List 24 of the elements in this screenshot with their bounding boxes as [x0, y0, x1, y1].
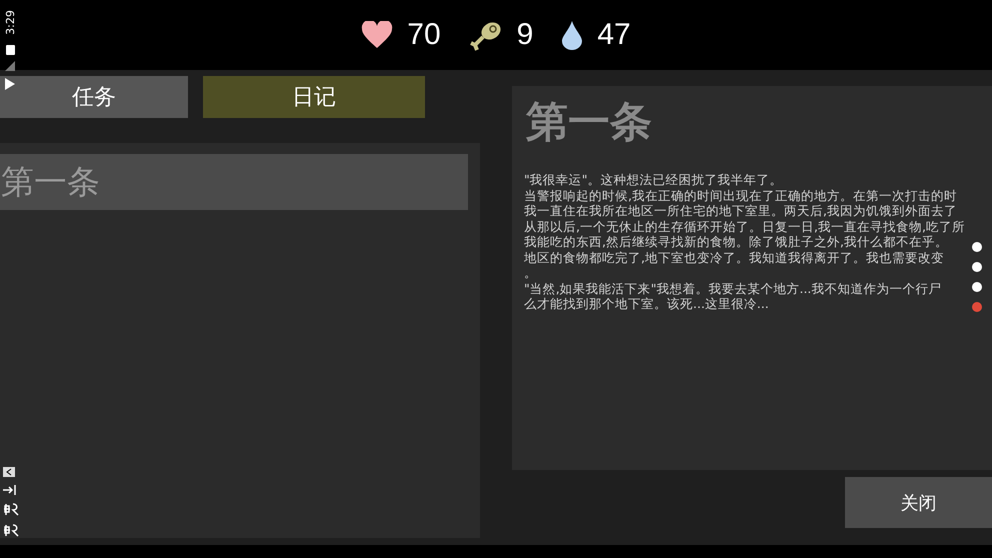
stat-value: 47 [597, 18, 631, 52]
diary-text-line: 当警报响起的时候,我在正确的时间出现在了正确的地方。在第一次打击的时 [524, 188, 958, 203]
stat-value: 9 [516, 18, 534, 52]
status-time: 3:29 [4, 10, 16, 35]
close-button[interactable]: 关闭 [845, 477, 992, 528]
keyboard-glyph-icon [3, 524, 19, 537]
diary-text-line: 。 [524, 265, 538, 280]
diary-text-line: 我一直住在我所在地区一所住宅的地下室里。两天后,我因为饥饿到外面去了 [524, 203, 958, 218]
water-drop-icon [561, 20, 584, 50]
stat-value: 70 [407, 18, 441, 52]
tab[interactable]: 任务 [0, 76, 188, 118]
diary-text-line: 我能吃的东西,然后继续寻找新的食物。除了饿肚子之外,我什么都不在乎。 [524, 234, 949, 250]
diary-text-line: 地区的食物都吃完了,地下室也变冷了。我知道我得离开了。我也需要改变 [524, 250, 945, 265]
tab[interactable]: 日记 [203, 76, 425, 118]
signal-icon [5, 61, 15, 71]
entry-title: 第一条 [526, 96, 653, 148]
diary-text-line: 从那以后,一个无休止的生存循环开始了。日复一日,我一直在寻找食物,吃了所 [524, 218, 966, 234]
keyboard-glyph-icon [3, 503, 19, 516]
diary-text-line: 么才能找到那个地下室。该死...这里很冷... [524, 296, 770, 312]
diary-text-line: "当然,如果我能活下来"我想着。我要去某个地方...我不知道作为一个行尸 [524, 280, 942, 296]
arrow-to-bar-icon [3, 485, 17, 495]
heart-icon [361, 21, 394, 49]
back-icon [3, 467, 15, 477]
diary-text-line: "我很幸运"。这种想法已经困扰了我半年了。 [524, 172, 784, 188]
